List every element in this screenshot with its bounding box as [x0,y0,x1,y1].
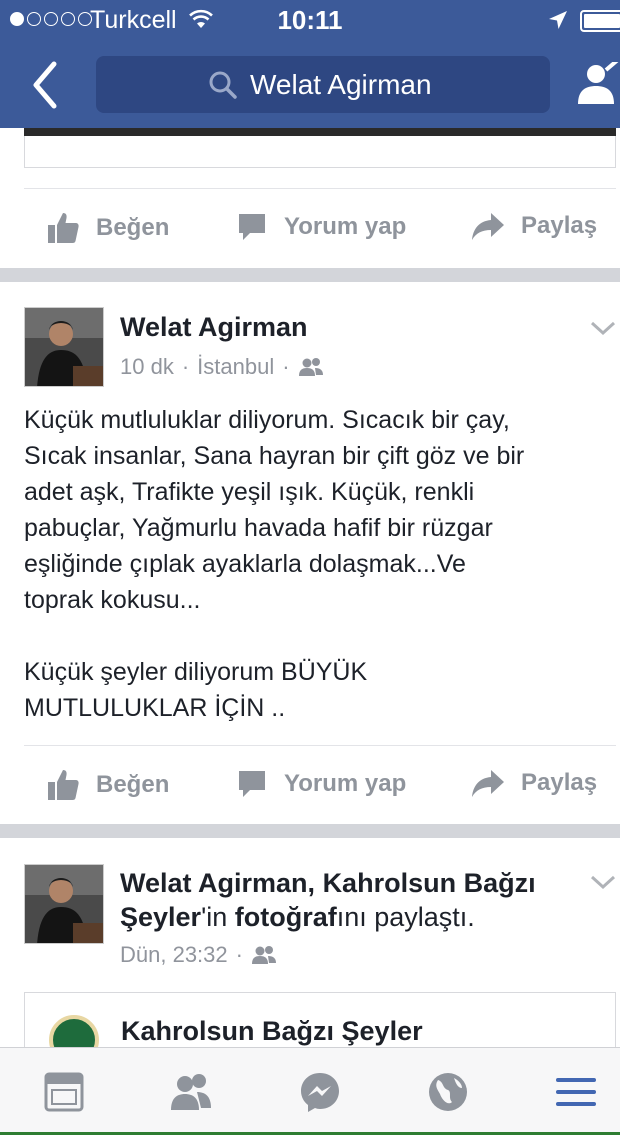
like-label: Beğen [96,214,170,241]
post-text: Küçük mutluluklar diliyorum. Sıcacık bir… [24,406,525,722]
comment-icon [239,771,265,797]
share-icon [472,770,504,797]
like-button[interactable]: Beğen [46,211,169,245]
shared-page-link[interactable]: Kahrolsun Bağzı [323,868,536,898]
post-meta: 10 dk · İstanbul · [120,354,324,380]
comment-label: Yorum yap [284,213,407,240]
share-label: Paylaş [521,212,598,239]
status-bar: Turkcell 10:11 [0,0,620,42]
post-author[interactable]: Welat Agirman [120,312,308,343]
chevron-down-icon[interactable] [588,318,618,338]
post-time[interactable]: 10 dk [120,354,174,380]
friends-icon [251,946,276,964]
shared-page-link-cont[interactable]: Şeyler [120,902,201,932]
share-button[interactable]: Paylaş [471,211,597,241]
share-button[interactable]: Paylaş [471,768,597,798]
divider [24,745,616,746]
post-time[interactable]: Dün, 23:32 [120,942,228,968]
meta-separator: · [235,942,243,967]
shared-verb: ını paylaştı. [336,902,475,932]
search-query: Welat Agirman [250,69,432,100]
back-button[interactable] [26,60,66,110]
post-headline-line2: Şeyler'in fotoğrafını paylaştı. [120,900,475,934]
feed-separator [0,824,620,838]
comment-button[interactable]: Yorum yap [236,768,406,800]
news-feed-icon[interactable] [42,1070,86,1114]
divider [24,188,616,189]
friends-icon [298,358,323,376]
headline-separator: , [307,868,323,898]
avatar[interactable] [24,307,104,387]
post-meta: Dün, 23:32 · [120,942,277,968]
search-input[interactable]: Welat Agirman [96,56,550,113]
comment-button[interactable]: Yorum yap [236,211,406,243]
comment-label: Yorum yap [284,770,407,797]
like-label: Beğen [96,771,170,798]
menu-icon[interactable] [554,1070,598,1114]
like-button[interactable]: Beğen [46,768,169,802]
avatar[interactable] [24,864,104,944]
comment-icon [239,214,265,240]
post-headline: Welat Agirman, Kahrolsun Bağzı [120,866,536,900]
clock: 10:11 [277,5,343,35]
photo-link[interactable]: fotoğraf [235,902,337,932]
meta-separator: · [282,354,290,379]
messenger-icon[interactable] [298,1070,342,1114]
share-icon [472,213,504,240]
like-icon [48,770,79,800]
link-preview-box[interactable] [24,136,616,168]
friends-icon[interactable] [169,1070,213,1114]
post-author[interactable]: Welat Agirman [120,868,308,898]
bottom-tab-bar [0,1047,620,1135]
battery-icon [580,10,620,32]
shared-page-title[interactable]: Kahrolsun Bağzı Şeyler [121,1016,423,1047]
chevron-down-icon[interactable] [588,872,618,892]
add-friend-icon[interactable] [576,62,620,106]
meta-separator: · [181,354,190,379]
feed-separator [0,268,620,282]
search-icon [209,71,237,99]
possessive-suffix: 'in [201,902,235,932]
location-arrow-icon [549,11,567,29]
post-image-bottom [24,128,616,136]
like-icon [48,213,79,243]
share-label: Paylaş [521,769,598,796]
globe-icon[interactable] [426,1070,470,1114]
top-navigation-bar: Turkcell 10:11 Welat Agirman [0,0,620,128]
post-location[interactable]: İstanbul [197,354,274,380]
